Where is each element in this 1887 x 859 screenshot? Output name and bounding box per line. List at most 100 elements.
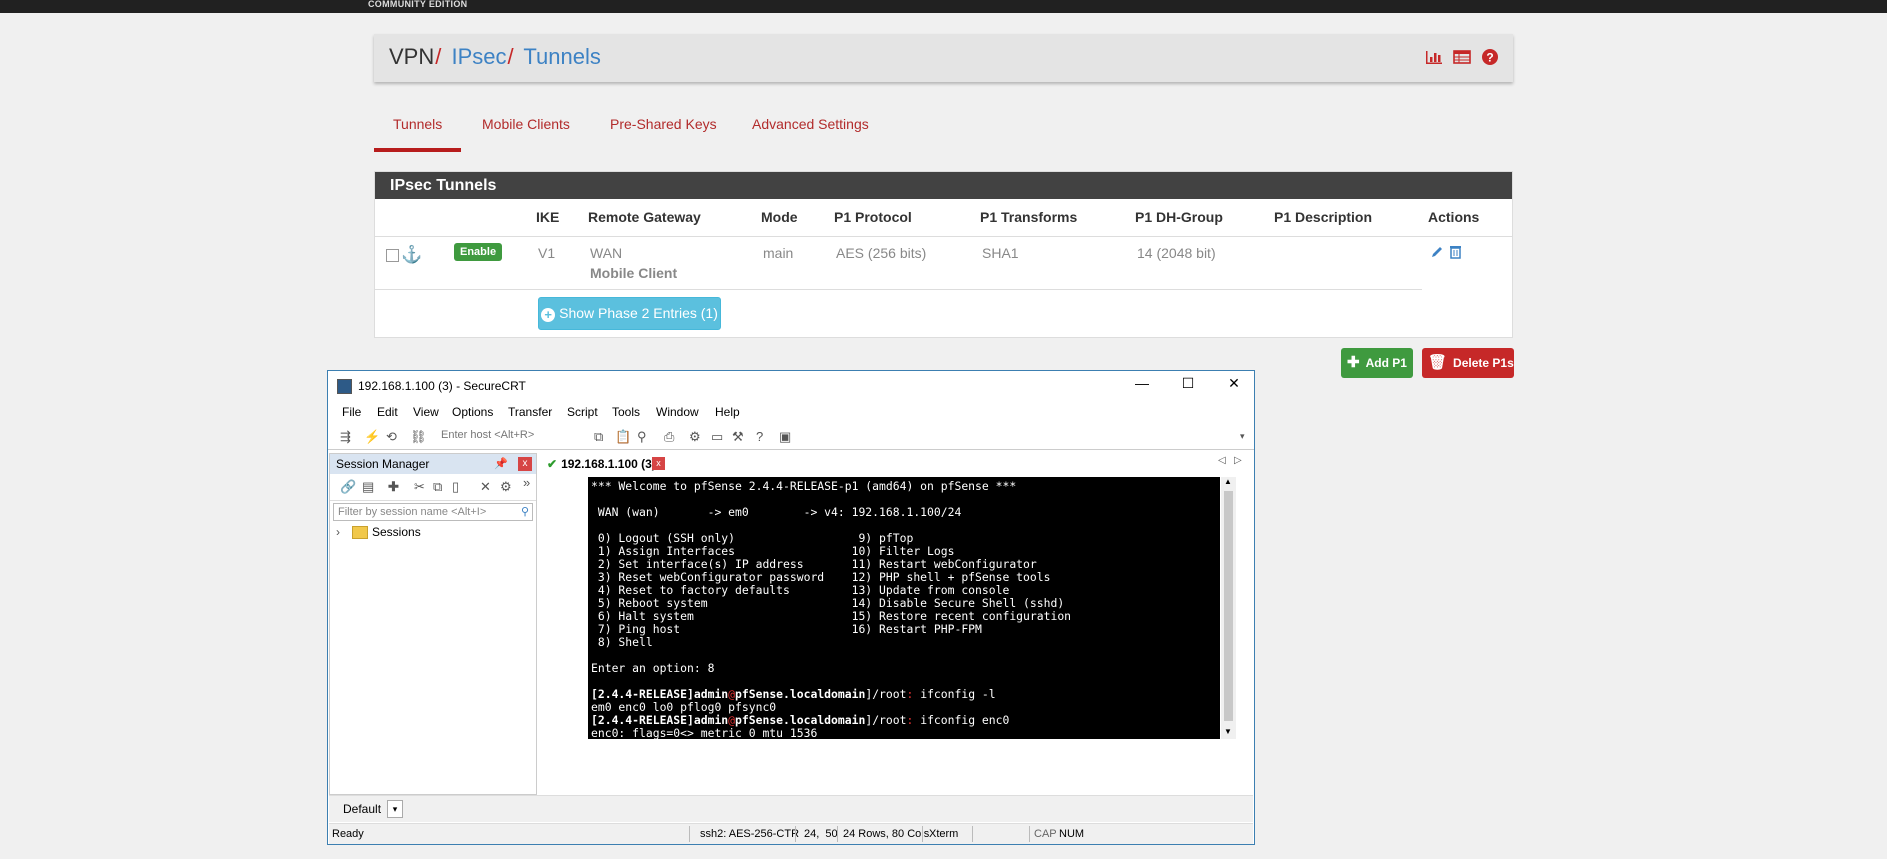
- sftp-icon[interactable]: ⚒: [732, 429, 744, 445]
- row-select-checkbox[interactable]: [386, 249, 399, 262]
- print-icon[interactable]: ⎙: [664, 429, 674, 445]
- menu-help[interactable]: Help: [715, 405, 740, 419]
- tab-mobile-clients[interactable]: Mobile Clients: [482, 116, 570, 132]
- active-tab-indicator: [374, 148, 461, 152]
- terminal-line: *** Welcome to pfSense 2.4.4-RELEASE-p1 …: [591, 479, 1017, 493]
- terminal[interactable]: *** Welcome to pfSense 2.4.4-RELEASE-p1 …: [588, 477, 1220, 739]
- show-phase2-button[interactable]: + Show Phase 2 Entries (1): [538, 297, 721, 330]
- maximize-icon[interactable]: ☐: [1165, 375, 1211, 392]
- trash-icon: 🗑: [1428, 354, 1448, 371]
- session-manager-header: Session Manager 📌 x: [330, 454, 536, 474]
- status-sep: [972, 826, 973, 842]
- pin-icon[interactable]: 📌: [494, 454, 508, 474]
- scroll-up-icon[interactable]: ▲: [1224, 477, 1232, 486]
- status-sep: [837, 826, 838, 842]
- menu-edit[interactable]: Edit: [377, 405, 398, 419]
- tab-tunnels[interactable]: Tunnels: [393, 116, 442, 132]
- col-p1-description: P1 Description: [1274, 209, 1373, 225]
- scroll-down-icon[interactable]: ▼: [1224, 727, 1232, 736]
- disconnect-icon[interactable]: ⛓: [410, 429, 427, 445]
- breadcrumb-ipsec-link[interactable]: IPsec: [452, 44, 507, 69]
- help-icon[interactable]: ?: [1481, 48, 1499, 66]
- cut-icon[interactable]: ✂: [414, 479, 425, 495]
- col-ike: IKE: [536, 209, 560, 225]
- edit-icon[interactable]: [1430, 246, 1445, 263]
- session-filter-placeholder: Filter by session name <Alt+I>: [338, 506, 487, 518]
- search-icon[interactable]: ⚲: [521, 504, 529, 520]
- status-sep: [795, 826, 796, 842]
- session-window-icon[interactable]: ▤: [362, 479, 374, 495]
- button-bar-dropdown[interactable]: ▾: [387, 800, 403, 818]
- folder-icon: [352, 526, 368, 539]
- keymap-icon[interactable]: ▭: [711, 429, 723, 445]
- menu-file[interactable]: File: [342, 405, 361, 419]
- tab-advanced-settings[interactable]: Advanced Settings: [752, 116, 869, 132]
- anchor-icon[interactable]: ⚓: [401, 245, 422, 265]
- session-properties-icon[interactable]: ⚙: [500, 479, 512, 495]
- plus-circle-icon: +: [541, 308, 556, 322]
- menu-script[interactable]: Script: [567, 405, 598, 419]
- terminal-scrollbar[interactable]: ▲ ▼: [1221, 477, 1236, 739]
- tab-pre-shared-keys[interactable]: Pre-Shared Keys: [610, 116, 717, 132]
- chevron-right-icon[interactable]: ›: [336, 525, 340, 539]
- session-tree-item[interactable]: › Sessions: [330, 523, 536, 543]
- svg-text:?: ?: [1486, 51, 1493, 65]
- session-filter-input[interactable]: Filter by session name <Alt+I> ⚲: [333, 503, 533, 521]
- link-icon[interactable]: 🔗: [340, 479, 356, 495]
- row-mode: main: [763, 245, 794, 261]
- delete-p1s-button[interactable]: 🗑 Delete P1s: [1422, 348, 1514, 378]
- quick-connect-icon[interactable]: ⚡: [364, 429, 380, 445]
- menu-transfer[interactable]: Transfer: [508, 405, 552, 419]
- col-actions: Actions: [1428, 209, 1480, 225]
- copy-icon[interactable]: ⧉: [594, 429, 603, 445]
- find-icon[interactable]: ⚲: [637, 429, 647, 445]
- session-manager-toolbar: 🔗 ▤ ✚ ✂ ⧉ ▯ ✕ ⚙ »: [330, 474, 536, 501]
- col-p1-dh-group: P1 DH-Group: [1135, 209, 1223, 225]
- session-tab[interactable]: ✔ 192.168.1.100 (3) x: [544, 455, 674, 473]
- menu-options[interactable]: Options: [452, 405, 493, 419]
- terminal-line: Enter an option: 8: [591, 661, 715, 675]
- screen-icon[interactable]: ▣: [779, 429, 791, 445]
- copy-session-icon[interactable]: ⧉: [433, 479, 442, 495]
- menu-tools[interactable]: Tools: [612, 405, 640, 419]
- scroll-thumb[interactable]: [1224, 491, 1233, 721]
- tab-bar: Tunnels Mobile Clients Pre-Shared Keys A…: [374, 108, 974, 152]
- menu-view[interactable]: View: [413, 405, 439, 419]
- add-session-icon[interactable]: ✚: [388, 479, 399, 495]
- enter-host-input[interactable]: Enter host <Alt+R>: [441, 429, 534, 441]
- connect-icon[interactable]: ⇶: [340, 429, 351, 445]
- reconnect-icon[interactable]: ⟲: [386, 429, 397, 445]
- add-p1-button[interactable]: ✚ Add P1: [1341, 348, 1413, 378]
- terminal-output: enc0: flags=0<> metric 0 mtu 1536: [591, 726, 818, 740]
- add-p1-label: Add P1: [1365, 356, 1407, 370]
- bar-chart-icon[interactable]: [1425, 48, 1443, 66]
- session-manager-close-icon[interactable]: x: [518, 457, 532, 471]
- menu-window[interactable]: Window: [656, 405, 699, 419]
- delete-session-icon[interactable]: ✕: [480, 479, 491, 495]
- tab-nav-arrows[interactable]: ◁ ▷: [1218, 455, 1242, 466]
- paste-icon[interactable]: 📋: [615, 429, 631, 445]
- enable-button[interactable]: Enable: [454, 243, 503, 261]
- window-titlebar[interactable]: 192.168.1.100 (3) - SecureCRT — ☐ ✕: [328, 371, 1254, 401]
- close-icon[interactable]: ✕: [1211, 375, 1257, 392]
- table-icon[interactable]: [1453, 48, 1471, 66]
- col-p1-protocol: P1 Protocol: [834, 209, 912, 225]
- securecrt-window: 192.168.1.100 (3) - SecureCRT — ☐ ✕ File…: [327, 370, 1255, 845]
- col-remote-gateway: Remote Gateway: [588, 209, 701, 225]
- session-tab-close-icon[interactable]: x: [652, 457, 665, 470]
- button-bar: Default ▾: [329, 795, 1253, 822]
- more-icon[interactable]: »: [523, 475, 530, 490]
- terminal-line: WAN (wan) -> em0 -> v4: 192.168.1.100/24: [591, 505, 962, 519]
- breadcrumb-sep: /: [507, 44, 514, 69]
- session-tab-label: 192.168.1.100 (3): [561, 457, 656, 471]
- toolbar-overflow-icon[interactable]: ▾: [1240, 431, 1245, 442]
- settings-icon[interactable]: ⚙: [689, 429, 701, 445]
- delete-icon[interactable]: [1449, 246, 1462, 263]
- help-icon[interactable]: ?: [756, 429, 763, 444]
- paste-session-icon[interactable]: ▯: [452, 479, 459, 495]
- status-sep: [922, 826, 923, 842]
- row-ike: V1: [538, 245, 556, 261]
- status-sep: [689, 826, 690, 842]
- breadcrumb-tunnels-link[interactable]: Tunnels: [523, 44, 600, 69]
- minimize-icon[interactable]: —: [1119, 375, 1165, 391]
